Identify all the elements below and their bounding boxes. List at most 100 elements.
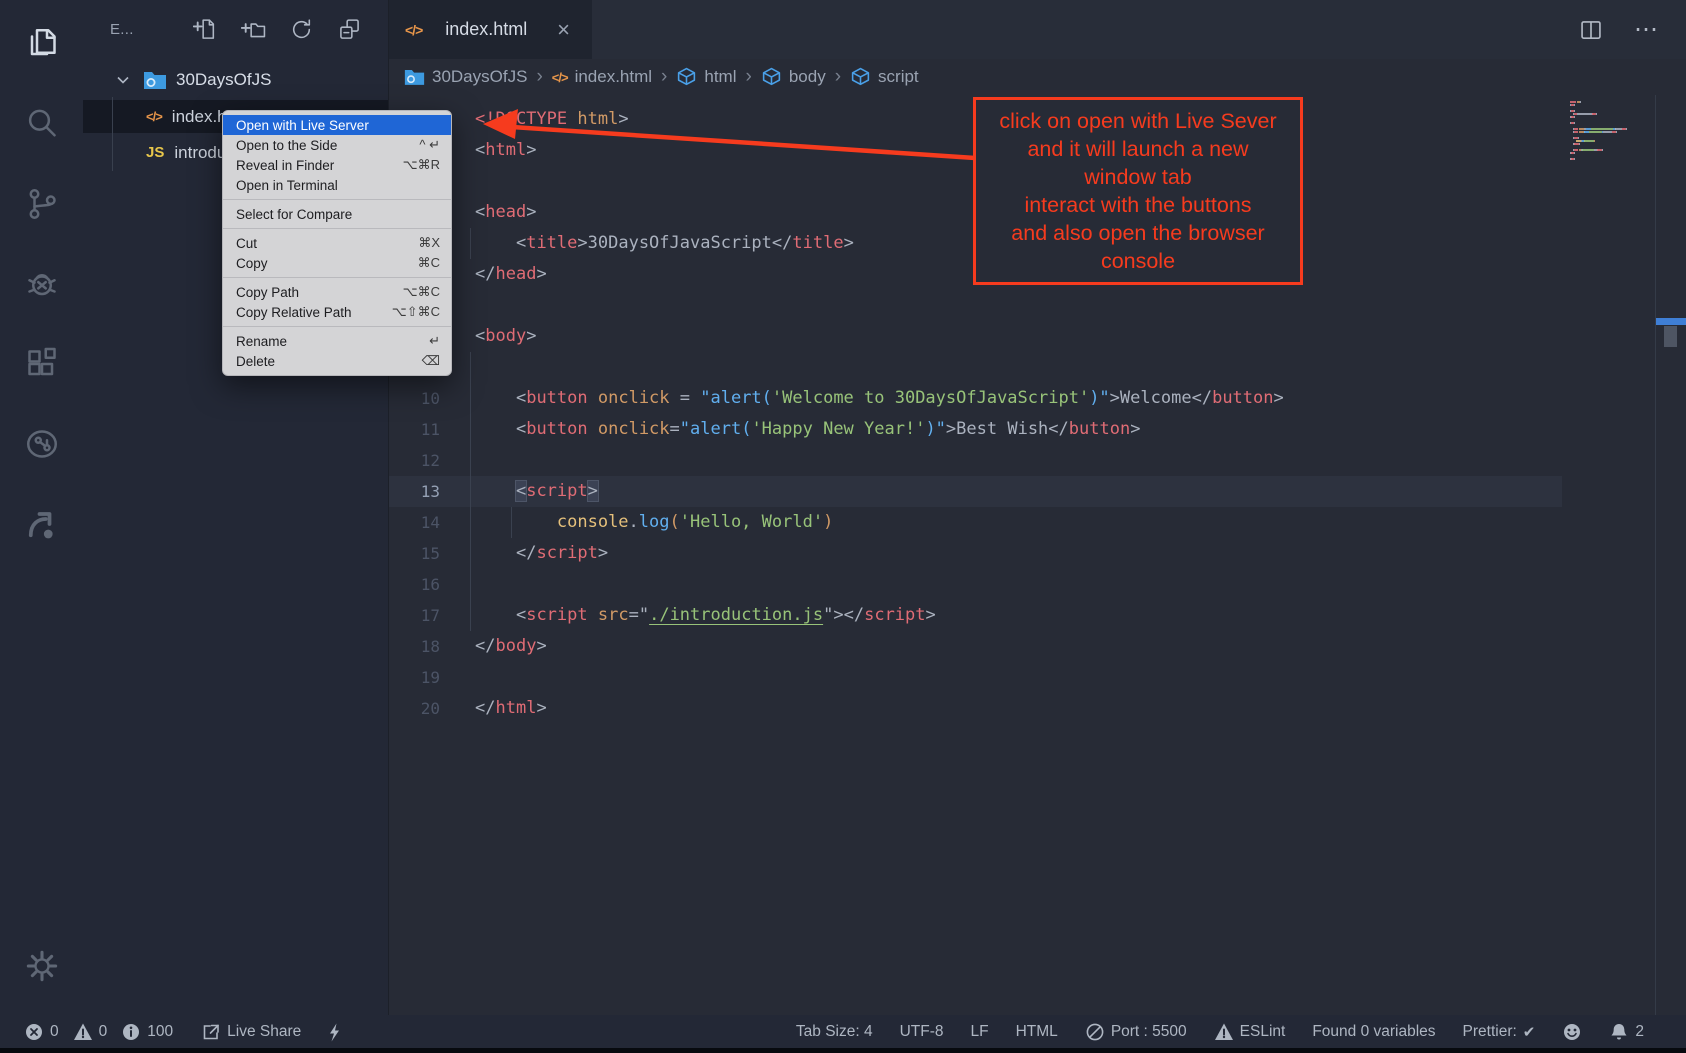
breadcrumb-separator: › bbox=[536, 66, 542, 88]
code-text: <button onclick = "alert('Welcome to 30D… bbox=[475, 388, 1284, 408]
code-line-10[interactable]: 10 <button onclick = "alert('Welcome to … bbox=[388, 383, 1562, 414]
activity-explorer-icon[interactable] bbox=[0, 8, 83, 80]
breadcrumb-item-body[interactable]: body bbox=[761, 67, 826, 88]
menu-item-label: Reveal in Finder bbox=[236, 158, 391, 173]
status-live-server-port[interactable]: Port : 5500 bbox=[1085, 1022, 1187, 1042]
menu-item-rename[interactable]: Rename↵ bbox=[223, 331, 451, 351]
status-eol[interactable]: LF bbox=[971, 1023, 989, 1041]
more-actions-icon[interactable]: ⋯ bbox=[1634, 15, 1660, 44]
code-line-13[interactable]: 13 <script> bbox=[388, 476, 1562, 507]
breadcrumb-label: body bbox=[789, 67, 826, 87]
menu-item-select-for-compare[interactable]: Select for Compare bbox=[223, 204, 451, 224]
minimap-line bbox=[1562, 149, 1654, 151]
code-line-8[interactable]: 8<body> bbox=[388, 321, 1562, 352]
code-text: <title>30DaysOfJavaScript</title> bbox=[475, 233, 854, 253]
menu-item-label: Select for Compare bbox=[236, 207, 428, 222]
activity-extensions-icon[interactable] bbox=[0, 328, 83, 400]
status-warnings[interactable]: 0 bbox=[73, 1022, 108, 1042]
code-text: </html> bbox=[475, 698, 547, 718]
code-line-15[interactable]: 15 </script> bbox=[388, 538, 1562, 569]
minimap-line bbox=[1562, 107, 1654, 109]
activity-publish-arrow-icon[interactable] bbox=[0, 488, 83, 560]
code-text: </script> bbox=[475, 543, 608, 563]
code-line-12[interactable]: 12 bbox=[388, 445, 1562, 476]
status-label: HTML bbox=[1016, 1023, 1058, 1041]
menu-item-open-in-terminal[interactable]: Open in Terminal bbox=[223, 175, 451, 195]
cube-icon bbox=[850, 67, 871, 88]
status-tab-size[interactable]: Tab Size: 4 bbox=[796, 1023, 873, 1041]
code-line-18[interactable]: 18</body> bbox=[388, 631, 1562, 662]
minimap-line bbox=[1562, 152, 1654, 154]
menu-item-label: Open with Live Server bbox=[236, 118, 428, 133]
explorer-header: E... bbox=[83, 0, 388, 58]
activity-bar bbox=[0, 0, 83, 1015]
activity-debug-icon[interactable] bbox=[0, 248, 83, 320]
activity-gear-icon[interactable] bbox=[0, 930, 83, 1002]
tree-root-30daysofjs[interactable]: 30DaysOfJS bbox=[83, 63, 388, 96]
html-file-icon: </> bbox=[405, 22, 422, 38]
status-notifications[interactable]: 2 bbox=[1609, 1022, 1644, 1042]
code-line-7[interactable]: 7 bbox=[388, 290, 1562, 321]
minimap-line bbox=[1562, 158, 1654, 160]
menu-item-copy-path[interactable]: Copy Path⌥⌘C bbox=[223, 282, 451, 302]
annotation-text: and also open the browser bbox=[1011, 219, 1264, 247]
status-feedback-smiley[interactable] bbox=[1562, 1022, 1582, 1042]
status-prettier[interactable]: Prettier:✔ bbox=[1463, 1023, 1536, 1041]
menu-item-shortcut: ⌘C bbox=[418, 255, 440, 271]
new-file-icon[interactable] bbox=[193, 17, 218, 42]
code-line-17[interactable]: 17 <script src="./introduction.js"></scr… bbox=[388, 600, 1562, 631]
annotation-text: window tab bbox=[1084, 163, 1192, 191]
tab-close-icon[interactable]: × bbox=[557, 20, 570, 40]
minimap-line bbox=[1562, 134, 1654, 136]
status-live-share[interactable]: Live Share bbox=[201, 1022, 301, 1042]
breadcrumb-item-index-html[interactable]: </>index.html bbox=[552, 67, 652, 87]
annotation-text: and it will launch a new bbox=[1027, 135, 1248, 163]
tab-index-html[interactable]: </> index.html × bbox=[388, 0, 592, 59]
split-editor-icon[interactable] bbox=[1578, 17, 1604, 43]
code-line-14[interactable]: 14 console.log('Hello, World') bbox=[388, 507, 1562, 538]
collapse-all-icon[interactable] bbox=[337, 17, 362, 42]
new-folder-icon[interactable] bbox=[241, 17, 266, 42]
status-language-mode[interactable]: HTML bbox=[1016, 1023, 1058, 1041]
minimap-line bbox=[1562, 110, 1654, 112]
code-line-9[interactable]: 9 bbox=[388, 352, 1562, 383]
status-info-count[interactable]: 100 bbox=[121, 1022, 173, 1042]
minimap[interactable] bbox=[1562, 101, 1654, 161]
scrollbar-thumb[interactable] bbox=[1664, 326, 1677, 347]
breadcrumb: 30DaysOfJS›</>index.html›html›body›scrip… bbox=[388, 59, 1686, 95]
status-eslint[interactable]: ESLint bbox=[1214, 1022, 1286, 1042]
breadcrumb-item-script[interactable]: script bbox=[850, 67, 919, 88]
activity-live-share-circle-icon[interactable] bbox=[0, 408, 83, 480]
menu-item-open-with-live-server[interactable]: Open with Live Server bbox=[223, 115, 451, 135]
menu-item-delete[interactable]: Delete⌫ bbox=[223, 351, 451, 371]
code-line-19[interactable]: 19 bbox=[388, 662, 1562, 693]
menu-item-reveal-in-finder[interactable]: Reveal in Finder⌥⌘R bbox=[223, 155, 451, 175]
menu-item-copy-relative-path[interactable]: Copy Relative Path⌥⇧⌘C bbox=[223, 302, 451, 322]
live-share-icon bbox=[201, 1022, 221, 1042]
menu-item-copy[interactable]: Copy⌘C bbox=[223, 253, 451, 273]
error-circle-icon bbox=[24, 1022, 44, 1042]
code-line-16[interactable]: 16 bbox=[388, 569, 1562, 600]
status-variables-found[interactable]: Found 0 variables bbox=[1312, 1023, 1435, 1041]
menu-item-label: Rename bbox=[236, 334, 417, 349]
breadcrumb-label: index.html bbox=[575, 67, 652, 87]
activity-source-control-icon[interactable] bbox=[0, 168, 83, 240]
js-file-icon: JS bbox=[146, 144, 164, 161]
code-line-11[interactable]: 11 <button onclick="alert('Happy New Yea… bbox=[388, 414, 1562, 445]
menu-item-cut[interactable]: Cut⌘X bbox=[223, 233, 451, 253]
breadcrumb-item-html[interactable]: html bbox=[676, 67, 736, 88]
menu-item-shortcut: ^ ↵ bbox=[419, 137, 440, 153]
menu-item-shortcut: ⌫ bbox=[422, 353, 440, 369]
code-text: <button onclick="alert('Happy New Year!'… bbox=[475, 419, 1140, 439]
menu-item-open-to-the-side[interactable]: Open to the Side^ ↵ bbox=[223, 135, 451, 155]
status-go-live-bolt[interactable] bbox=[325, 1022, 345, 1042]
status-encoding[interactable]: UTF-8 bbox=[900, 1023, 944, 1041]
code-line-20[interactable]: 20</html> bbox=[388, 693, 1562, 724]
activity-search-icon[interactable] bbox=[0, 88, 83, 160]
line-number: 19 bbox=[388, 662, 440, 693]
breadcrumb-item-30daysofjs[interactable]: 30DaysOfJS bbox=[404, 67, 527, 87]
refresh-icon[interactable] bbox=[289, 17, 314, 42]
status-errors[interactable]: 0 bbox=[24, 1022, 59, 1042]
minimap-line bbox=[1562, 101, 1654, 103]
minimap-line bbox=[1562, 104, 1654, 106]
